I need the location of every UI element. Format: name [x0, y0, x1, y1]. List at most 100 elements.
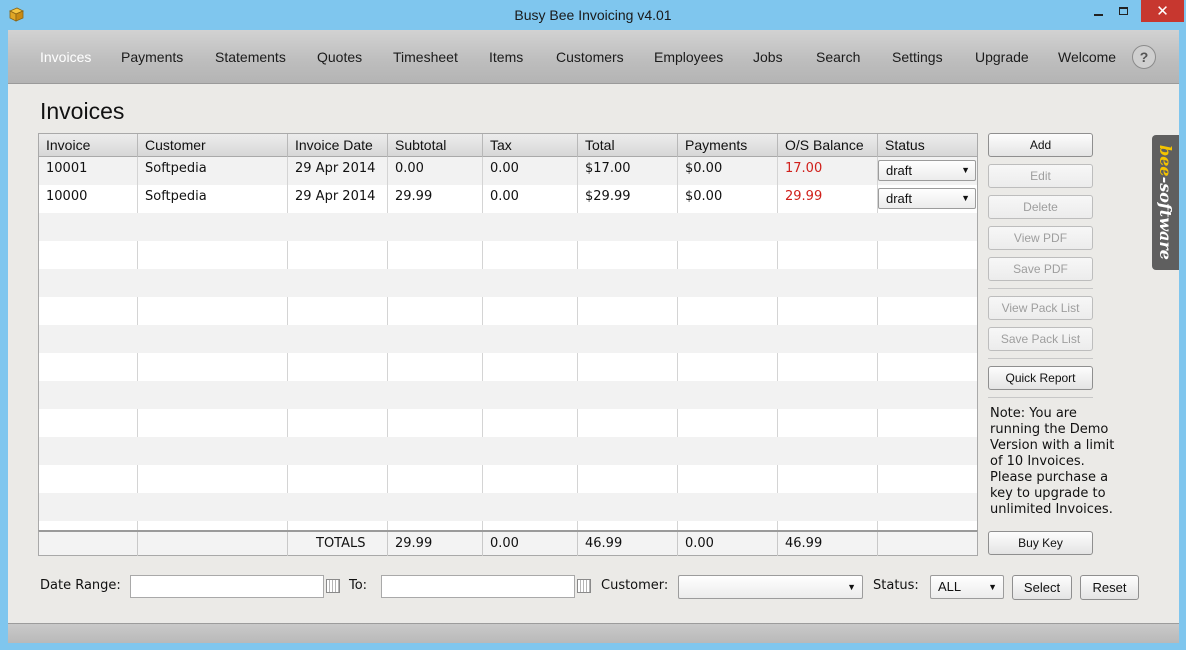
delete-button[interactable]: Delete	[988, 195, 1093, 219]
empty-row	[39, 241, 977, 269]
dropdown-arrow-icon: ▼	[847, 582, 856, 592]
brand-logo: bee-software	[1156, 145, 1176, 260]
save-pdf-button[interactable]: Save PDF	[988, 257, 1093, 281]
nav-upgrade[interactable]: Upgrade	[975, 49, 1029, 65]
nav-items[interactable]: Items	[489, 49, 523, 65]
cell-customer: Softpedia	[138, 185, 288, 213]
page-title: Invoices	[40, 98, 125, 124]
main-nav: Invoices Payments Statements Quotes Time…	[8, 30, 1179, 84]
date-range-label: Date Range:	[40, 578, 121, 593]
empty-row	[39, 409, 977, 437]
nav-invoices[interactable]: Invoices	[40, 49, 91, 65]
minimize-button[interactable]	[1085, 0, 1111, 22]
divider	[988, 397, 1093, 398]
nav-welcome[interactable]: Welcome	[1058, 49, 1116, 65]
table-row[interactable]: 10000 Softpedia 29 Apr 2014 29.99 0.00 $…	[39, 185, 977, 213]
total-subtotal: 29.99	[388, 532, 483, 556]
status-filter-select[interactable]: ALL ▼	[930, 575, 1004, 599]
calendar-icon[interactable]	[577, 579, 591, 593]
minimize-icon	[1093, 14, 1103, 16]
maximize-button[interactable]	[1111, 0, 1135, 22]
col-total[interactable]: Total	[578, 134, 678, 157]
nav-employees[interactable]: Employees	[654, 49, 723, 65]
nav-payments[interactable]: Payments	[121, 49, 183, 65]
table-body: 10001 Softpedia 29 Apr 2014 0.00 0.00 $1…	[39, 157, 977, 521]
status-filter-value: ALL	[938, 579, 962, 594]
col-tax[interactable]: Tax	[483, 134, 578, 157]
dropdown-arrow-icon: ▼	[961, 193, 970, 203]
col-os-balance[interactable]: O/S Balance	[778, 134, 878, 157]
empty-row	[39, 381, 977, 409]
empty-row	[39, 353, 977, 381]
status-label: Status:	[873, 578, 919, 593]
help-icon: ?	[1139, 49, 1149, 65]
view-pdf-button[interactable]: View PDF	[988, 226, 1093, 250]
cell-customer: Softpedia	[138, 157, 288, 185]
col-customer[interactable]: Customer	[138, 134, 288, 157]
total-total: 46.99	[578, 532, 678, 556]
col-status[interactable]: Status	[878, 134, 977, 157]
nav-settings[interactable]: Settings	[892, 49, 943, 65]
col-payments[interactable]: Payments	[678, 134, 778, 157]
col-subtotal[interactable]: Subtotal	[388, 134, 483, 157]
totals-label: TOTALS	[288, 532, 388, 556]
cell-payments: $0.00	[678, 157, 778, 185]
empty-row	[39, 325, 977, 353]
empty-row	[39, 269, 977, 297]
invoices-table: Invoice Customer Invoice Date Subtotal T…	[38, 133, 978, 556]
save-pack-list-button[interactable]: Save Pack List	[988, 327, 1093, 351]
buy-key-button[interactable]: Buy Key	[988, 531, 1093, 555]
cell-date: 29 Apr 2014	[288, 185, 388, 213]
total-payments: 0.00	[678, 532, 778, 556]
quick-report-button[interactable]: Quick Report	[988, 366, 1093, 390]
table-header: Invoice Customer Invoice Date Subtotal T…	[39, 134, 977, 157]
status-dropdown[interactable]: draft ▼	[878, 160, 976, 181]
empty-row	[39, 437, 977, 465]
nav-search[interactable]: Search	[816, 49, 860, 65]
col-invoice[interactable]: Invoice	[39, 134, 138, 157]
empty-row	[39, 213, 977, 241]
cell-invoice: 10001	[39, 157, 138, 185]
total-balance: 46.99	[778, 532, 878, 556]
cell-balance: 29.99	[778, 185, 878, 213]
add-button[interactable]: Add	[988, 133, 1093, 157]
date-from-input[interactable]	[130, 575, 324, 598]
cell-total: $29.99	[578, 185, 678, 213]
view-pack-list-button[interactable]: View Pack List	[988, 296, 1093, 320]
select-button[interactable]: Select	[1012, 575, 1072, 600]
nav-jobs[interactable]: Jobs	[753, 49, 783, 65]
status-value: draft	[886, 163, 913, 178]
edit-button[interactable]: Edit	[988, 164, 1093, 188]
nav-customers[interactable]: Customers	[556, 49, 624, 65]
nav-timesheet[interactable]: Timesheet	[393, 49, 458, 65]
cell-payments: $0.00	[678, 185, 778, 213]
cell-date: 29 Apr 2014	[288, 157, 388, 185]
help-button[interactable]: ?	[1132, 45, 1156, 69]
reset-button[interactable]: Reset	[1080, 575, 1139, 600]
total-tax: 0.00	[483, 532, 578, 556]
demo-note: Note: You are running the Demo Version w…	[990, 406, 1115, 517]
cell-subtotal: 0.00	[388, 157, 483, 185]
close-button[interactable]: ✕	[1141, 0, 1184, 22]
divider	[988, 358, 1093, 359]
nav-statements[interactable]: Statements	[215, 49, 286, 65]
cell-balance: 17.00	[778, 157, 878, 185]
date-to-input[interactable]	[381, 575, 575, 598]
nav-quotes[interactable]: Quotes	[317, 49, 362, 65]
app-window: Invoices Payments Statements Quotes Time…	[8, 30, 1179, 643]
table-row[interactable]: 10001 Softpedia 29 Apr 2014 0.00 0.00 $1…	[39, 157, 977, 185]
status-value: draft	[886, 191, 913, 206]
cell-invoice: 10000	[39, 185, 138, 213]
calendar-icon[interactable]	[326, 579, 340, 593]
customer-select[interactable]: ▼	[678, 575, 863, 599]
maximize-icon	[1118, 7, 1128, 15]
to-label: To:	[349, 578, 368, 593]
window-title: Busy Bee Invoicing v4.01	[514, 7, 672, 23]
dropdown-arrow-icon: ▼	[988, 582, 997, 592]
empty-row	[39, 493, 977, 521]
status-dropdown[interactable]: draft ▼	[878, 188, 976, 209]
empty-row	[39, 297, 977, 325]
col-invoice-date[interactable]: Invoice Date	[288, 134, 388, 157]
close-icon: ✕	[1156, 3, 1169, 20]
status-bar	[8, 623, 1179, 643]
